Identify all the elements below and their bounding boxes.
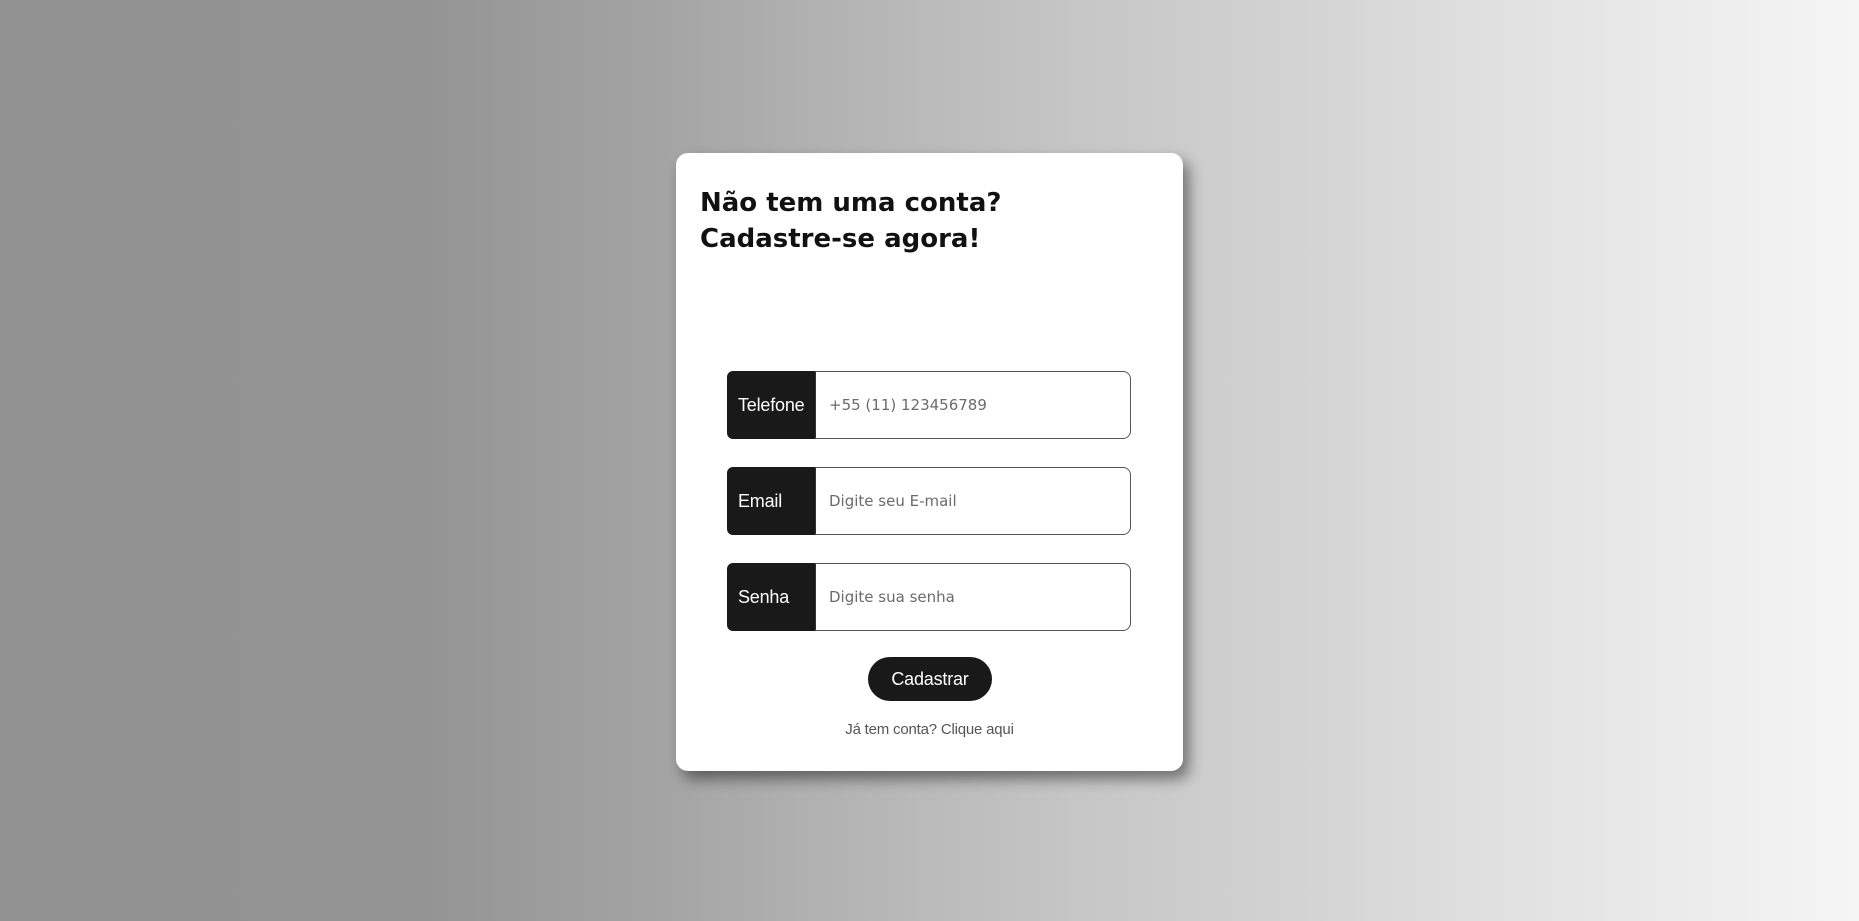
email-input[interactable] [815,467,1131,535]
password-input[interactable] [815,563,1131,631]
signup-title: Não tem uma conta? Cadastre-se agora! [700,188,1002,254]
register-button[interactable]: Cadastrar [868,657,992,701]
phone-input[interactable] [815,371,1131,439]
password-field-group: Senha [727,563,1131,631]
email-field-group: Email [727,467,1131,535]
login-link[interactable]: Já tem conta? Clique aqui [676,721,1183,738]
password-label: Senha [727,563,815,631]
phone-label: Telefone [727,371,815,439]
signup-form: Telefone Email Senha [727,371,1131,659]
signup-card: Não tem uma conta? Cadastre-se agora! Te… [676,153,1183,771]
email-label: Email [727,467,815,535]
phone-field-group: Telefone [727,371,1131,439]
